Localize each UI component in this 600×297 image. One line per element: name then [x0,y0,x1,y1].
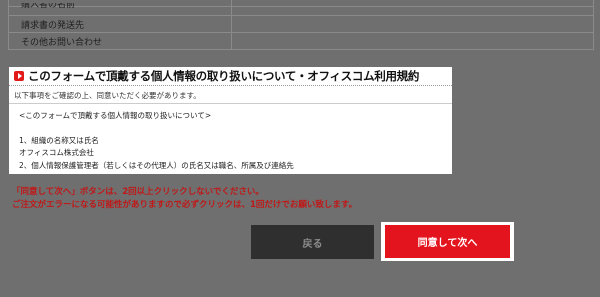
table-row: 請求書の発送先 [9,16,593,33]
click-warning: 「同意して次へ」ボタンは、2回以上クリックしないでください。 ご注文がエラーにな… [12,186,357,212]
table-row-label: 請求書の発送先 [9,16,232,32]
play-icon [14,71,24,81]
policy-text-box[interactable]: <このフォームで頂戴する個人情報の取り扱いについて> 1、組織の名称又は氏名 オ… [9,104,452,172]
policy-line: オフィスコム株式会社 [19,148,94,157]
warning-line: 「同意して次へ」ボタンは、2回以上クリックしないでください。 [12,187,264,197]
table-row: 購入者の名前 [9,3,593,16]
panel-header: このフォームで頂戴する個人情報の取り扱いについて・オフィスコム利用規約 [9,67,452,86]
table-row-label: 購入者の名前 [9,3,232,15]
privacy-policy-panel: このフォームで頂戴する個人情報の取り扱いについて・オフィスコム利用規約 以下事項… [9,67,452,174]
back-button[interactable]: 戻る [251,225,374,259]
policy-heading: <このフォームで頂戴する個人情報の取り扱いについて> [19,111,212,120]
table-row-label: その他お問い合わせ [9,33,232,49]
policy-line: 1、組織の名称又は氏名 [19,135,99,145]
warning-line: ご注文がエラーになる可能性がありますので必ずクリックは、1回だけでお願い致します… [12,200,358,210]
agree-and-next-button[interactable]: 同意して次へ [385,225,510,258]
policy-line: 2、個人情報保護管理者（若しくはその代理人）の氏名又は職名、所属及び連絡先 [19,160,294,170]
panel-title: このフォームで頂戴する個人情報の取り扱いについて・オフィスコム利用規約 [28,69,420,83]
inquiry-table: 購入者の名前 請求書の発送先 その他お問い合わせ [8,0,594,50]
table-row: その他お問い合わせ [9,33,593,50]
agree-button-highlight: 同意して次へ [381,222,514,261]
panel-subtitle: 以下事項をご確認の上、同意いただく必要があります。 [9,86,452,104]
